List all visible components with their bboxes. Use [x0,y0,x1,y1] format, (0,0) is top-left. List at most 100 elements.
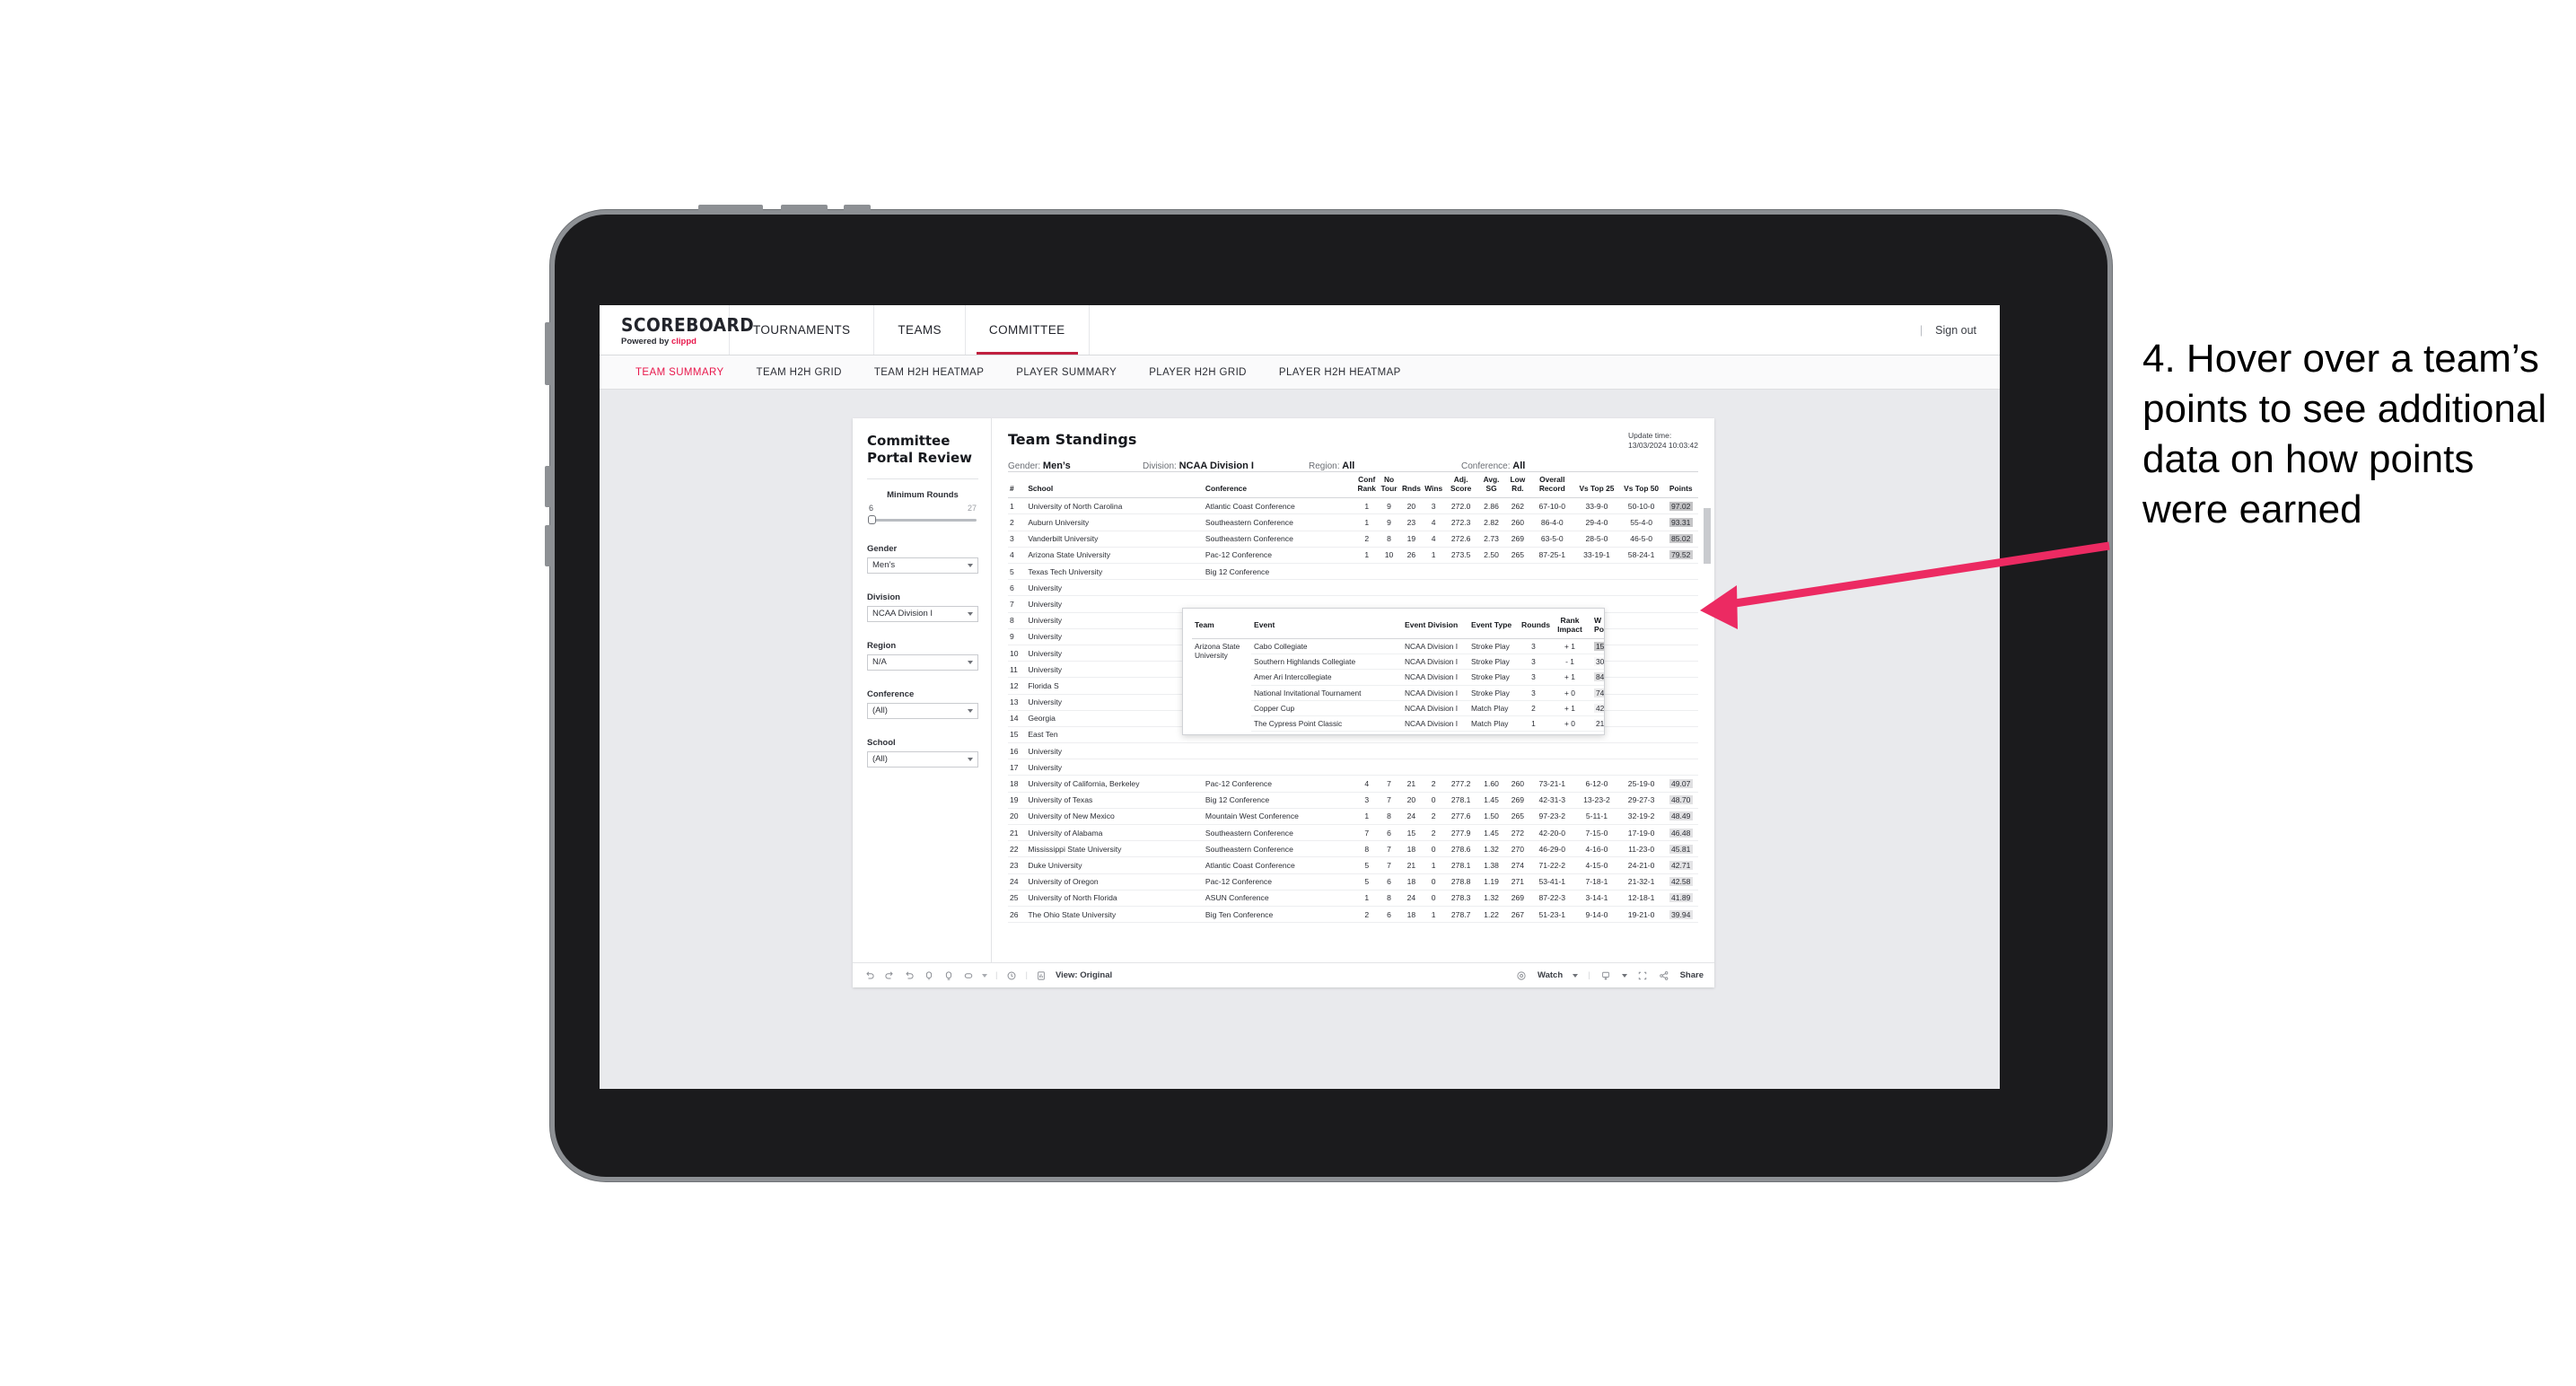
points-cell[interactable] [1663,645,1698,662]
table-row[interactable]: 23 Duke University Atlantic Coast Conferen… [1008,856,1698,874]
view-label[interactable]: View: Original [1056,970,1112,980]
table-row[interactable]: 21 University of Alabama Southeastern Conf… [1008,824,1698,842]
chevron-down-icon[interactable] [982,973,987,978]
col-points[interactable]: Points [1663,471,1698,497]
school-select[interactable]: (All) [867,750,978,768]
table-row[interactable]: 19 University of Texas Big 12 Conference 3 7… [1008,792,1698,809]
col-adj-score[interactable]: Adj. Score [1445,471,1477,497]
points-value[interactable]: 42.58 [1669,877,1693,887]
table-row[interactable]: 4 Arizona State University Pac-12 Conferen… [1008,547,1698,565]
points-value[interactable]: 42.71 [1669,860,1693,870]
watch-label[interactable]: Watch [1538,970,1563,980]
points-value[interactable]: 39.94 [1669,909,1693,919]
points-cell[interactable] [1663,759,1698,776]
tab-player-h2h-grid[interactable]: PLAYER H2H GRID [1133,367,1263,378]
points-cell[interactable]: 48.70 [1663,792,1698,809]
points-value[interactable]: 93.31 [1669,518,1693,528]
points-cell[interactable] [1663,677,1698,695]
points-cell[interactable] [1663,742,1698,760]
tab-team-h2h-grid[interactable]: TEAM H2H GRID [740,367,858,378]
watch-icon[interactable] [1516,969,1528,981]
minimum-rounds-slider[interactable] [867,514,978,525]
table-row[interactable]: 2 Auburn University Southeastern Conferenc… [1008,513,1698,531]
col-avg-sg[interactable]: Avg. SG [1477,471,1506,497]
tab-team-h2h-heatmap[interactable]: TEAM H2H HEATMAP [858,367,1000,378]
gender-select[interactable]: Men’s [867,557,978,574]
points-cell[interactable]: 93.31 [1663,513,1698,531]
undo-icon[interactable] [863,969,875,981]
col-rank[interactable]: # [1008,471,1026,497]
viz-container: Committee Portal Review Minimum Rounds 6… [853,418,1714,987]
points-cell[interactable]: 48.49 [1663,808,1698,826]
view-icon[interactable] [1036,969,1047,981]
pause-refresh-icon[interactable] [942,969,954,981]
refresh-icon[interactable] [923,969,934,981]
points-cell[interactable]: 49.07 [1663,775,1698,793]
points-value[interactable]: 97.02 [1669,501,1693,511]
slider-handle[interactable] [868,514,876,524]
points-cell[interactable]: 45.81 [1663,840,1698,858]
fullscreen-icon[interactable] [1637,969,1649,981]
points-cell[interactable]: 97.02 [1663,497,1698,515]
revert-icon[interactable] [903,969,915,981]
conference-select[interactable]: (All) [867,702,978,719]
history-icon[interactable] [1005,969,1017,981]
table-row[interactable]: 3 Vanderbilt University Southeastern Confe… [1008,531,1698,548]
table-row[interactable]: 5 Texas Tech University Big 12 Conference [1008,563,1698,581]
table-row[interactable]: 16 University [1008,742,1698,760]
nav-item-committee[interactable]: COMMITTEE [966,305,1090,355]
tab-team-summary[interactable]: TEAM SUMMARY [619,367,740,378]
points-value[interactable]: 45.81 [1669,844,1693,854]
col-wins[interactable]: Wins [1423,471,1445,497]
region-select[interactable]: N/A [867,654,978,671]
table-row[interactable]: 25 University of North Florida ASUN Confer… [1008,890,1698,907]
table-row[interactable]: 18 University of California, Berkeley Pac-… [1008,775,1698,793]
points-cell[interactable] [1663,661,1698,679]
tab-player-h2h-heatmap[interactable]: PLAYER H2H HEATMAP [1263,367,1417,378]
col-rnds[interactable]: Rnds [1400,471,1423,497]
points-cell[interactable]: 46.48 [1663,824,1698,842]
points-cell[interactable]: 42.71 [1663,856,1698,874]
sign-out-link[interactable]: Sign out [1935,324,1976,337]
points-cell[interactable] [1663,726,1698,744]
table-row[interactable]: 17 University [1008,759,1698,776]
conf-rank-cell: 1 [1355,890,1379,907]
points-value[interactable]: 46.48 [1669,828,1693,838]
points-cell[interactable] [1663,694,1698,711]
table-row[interactable]: 22 Mississippi State University Southeaste… [1008,840,1698,858]
nav-item-teams[interactable]: TEAMS [874,305,966,355]
points-cell[interactable]: 41.89 [1663,890,1698,907]
table-row[interactable]: 1 University of North Carolina Atlantic Co… [1008,497,1698,515]
points-cell[interactable]: 39.94 [1663,906,1698,924]
col-conf-rank[interactable]: Conf Rank [1355,471,1378,497]
redo-icon[interactable] [883,969,895,981]
low-rd-cell [1505,563,1530,581]
tab-player-summary[interactable]: PLAYER SUMMARY [1000,367,1133,378]
table-row[interactable]: 6 University [1008,579,1698,597]
points-value[interactable]: 48.49 [1669,811,1693,821]
col-no-tour[interactable]: No Tour [1378,471,1400,497]
chevron-down-icon[interactable] [1573,973,1579,978]
points-cell[interactable]: 42.58 [1663,873,1698,890]
col-vs-top-25[interactable]: Vs Top 25 [1574,471,1619,497]
col-overall-record[interactable]: Overall Record [1529,471,1574,497]
share-label[interactable]: Share [1680,970,1704,980]
col-vs-top-50[interactable]: Vs Top 50 [1619,471,1664,497]
points-cell[interactable] [1663,710,1698,727]
col-low-rd[interactable]: Low Rd. [1505,471,1529,497]
download-icon[interactable] [1600,969,1612,981]
chevron-down-icon[interactable] [1621,973,1627,978]
col-conference[interactable]: Conference [1204,471,1355,497]
table-row[interactable]: 24 University of Oregon Pac-12 Conference 5… [1008,873,1698,890]
share-icon[interactable] [1659,969,1670,981]
app-logo[interactable]: SCOREBOARD Powered by clippd [600,305,754,355]
table-row[interactable]: 26 The Ohio State University Big Ten Confe… [1008,906,1698,924]
col-school[interactable]: School [1026,471,1204,497]
table-row[interactable]: 20 University of New Mexico Mountain West … [1008,808,1698,826]
points-value[interactable]: 41.89 [1669,893,1693,903]
points-value[interactable]: 48.70 [1669,795,1693,805]
pause-auto-update-icon[interactable] [962,969,974,981]
division-select[interactable]: NCAA Division I [867,605,978,622]
nav-item-tournaments[interactable]: TOURNAMENTS [730,305,875,355]
points-value[interactable]: 49.07 [1669,779,1693,789]
